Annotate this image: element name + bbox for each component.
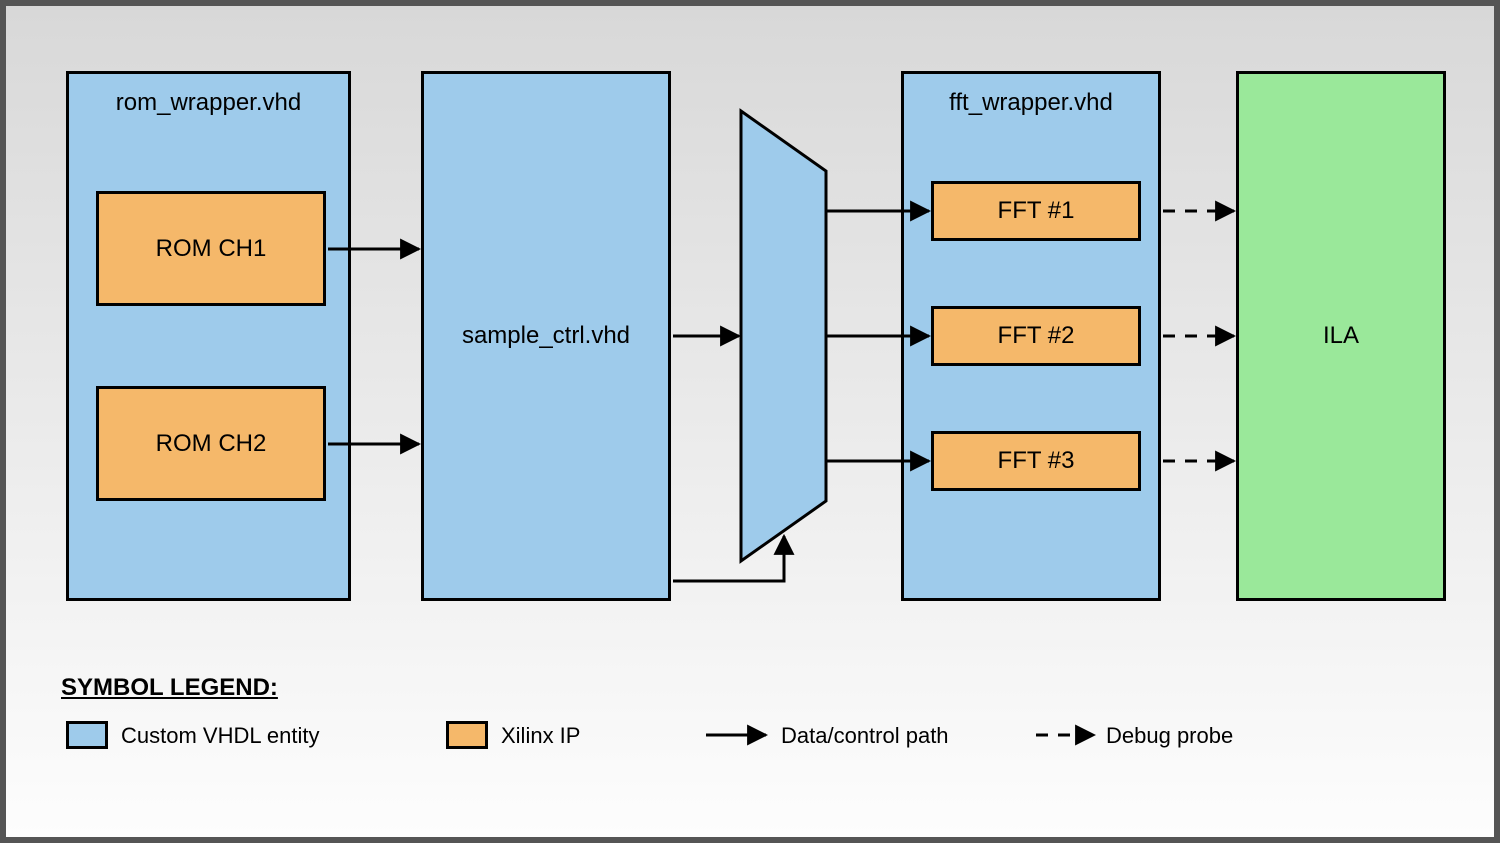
block-fft3: FFT #3 — [931, 431, 1141, 491]
label-rom-ch1: ROM CH1 — [99, 235, 323, 263]
block-rom-ch2: ROM CH2 — [96, 386, 326, 501]
label-rom-ch2: ROM CH2 — [99, 430, 323, 458]
legend-title: SYMBOL LEGEND: — [61, 674, 278, 702]
label-fft-wrapper: fft_wrapper.vhd — [904, 89, 1158, 117]
label-fft1: FFT #1 — [934, 197, 1138, 225]
legend-text-custom: Custom VHDL entity — [121, 723, 319, 749]
legend-text-xilinx: Xilinx IP — [501, 723, 580, 749]
legend-swatch-custom — [66, 721, 108, 749]
label-rom-wrapper: rom_wrapper.vhd — [69, 89, 348, 117]
block-ila: ILA — [1236, 71, 1446, 601]
legend-text-debug: Debug probe — [1106, 723, 1233, 749]
block-sample-ctrl: sample_ctrl.vhd — [421, 71, 671, 601]
label-ila: ILA — [1239, 322, 1443, 350]
block-fft2: FFT #2 — [931, 306, 1141, 366]
block-fft1: FFT #1 — [931, 181, 1141, 241]
legend-swatch-xilinx — [446, 721, 488, 749]
diagram-frame: rom_wrapper.vhd ROM CH1 ROM CH2 sample_c… — [0, 0, 1500, 843]
block-rom-wrapper: rom_wrapper.vhd — [66, 71, 351, 601]
arrow-samplectrl-mux-select — [673, 536, 784, 581]
mux-shape — [741, 111, 826, 561]
legend-text-datapath: Data/control path — [781, 723, 949, 749]
label-fft2: FFT #2 — [934, 322, 1138, 350]
label-fft3: FFT #3 — [934, 447, 1138, 475]
block-rom-ch1: ROM CH1 — [96, 191, 326, 306]
label-sample-ctrl: sample_ctrl.vhd — [424, 322, 668, 350]
